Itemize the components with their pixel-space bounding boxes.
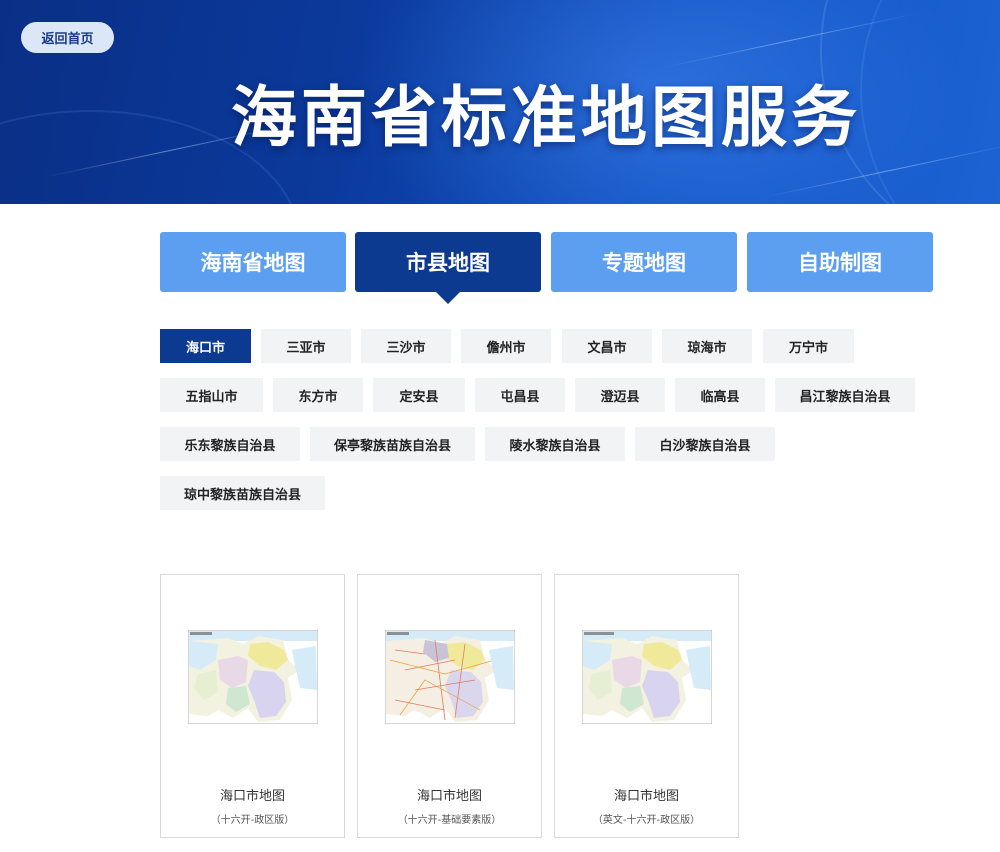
region-chip[interactable]: 陵水黎族自治县 — [485, 427, 625, 461]
map-thumbnail — [385, 630, 515, 724]
region-chip[interactable]: 儋州市 — [461, 329, 551, 363]
region-chip[interactable]: 东方市 — [273, 378, 363, 412]
region-chip[interactable]: 屯昌县 — [475, 378, 565, 412]
region-chip[interactable]: 文昌市 — [562, 329, 652, 363]
map-category-tabs: 海南省地图 市县地图 专题地图 自助制图 — [160, 232, 933, 304]
region-chip[interactable]: 琼中黎族苗族自治县 — [160, 476, 325, 510]
region-chip[interactable]: 澄迈县 — [575, 378, 665, 412]
tab-hainan-province-map[interactable]: 海南省地图 — [160, 232, 346, 292]
page-title: 海南省标准地图服务 — [231, 79, 861, 156]
region-chip[interactable]: 万宁市 — [763, 329, 854, 363]
map-card[interactable]: 海口市地图 （十六开-政区版） — [160, 574, 345, 838]
map-card-title: 海口市地图 — [416, 789, 482, 804]
region-chip[interactable]: 保亭黎族苗族自治县 — [310, 427, 475, 461]
region-chip[interactable]: 五指山市 — [160, 378, 263, 412]
tab-thematic-map[interactable]: 专题地图 — [551, 232, 737, 292]
region-chip[interactable]: 乐东黎族自治县 — [160, 427, 300, 461]
region-chip[interactable]: 三亚市 — [261, 329, 351, 363]
back-home-button[interactable]: 返回首页 — [21, 22, 114, 53]
map-card-title: 海口市地图 — [219, 789, 285, 804]
map-card-edition: （十六开-政区版） — [210, 815, 295, 826]
region-chip[interactable]: 琼海市 — [662, 329, 752, 363]
map-thumbnail — [188, 630, 318, 724]
region-chip[interactable]: 海口市 — [160, 329, 251, 363]
region-chip[interactable]: 临高县 — [675, 378, 765, 412]
map-card-title: 海口市地图 — [613, 789, 679, 804]
map-thumbnail — [582, 630, 712, 724]
map-card[interactable]: 海口市地图 （十六开-基础要素版） — [357, 574, 542, 838]
map-card-edition: （英文-十六开-政区版） — [592, 815, 701, 826]
tab-city-county-map[interactable]: 市县地图 — [355, 232, 541, 304]
header-banner: 返回首页 海南省标准地图服务 — [0, 0, 1000, 204]
map-card-edition: （十六开-基础要素版） — [397, 815, 502, 826]
region-chip[interactable]: 三沙市 — [361, 329, 451, 363]
map-card[interactable]: 海口市地图 （英文-十六开-政区版） — [554, 574, 739, 838]
region-chip[interactable]: 白沙黎族自治县 — [635, 427, 775, 461]
region-chip[interactable]: 定安县 — [373, 378, 465, 412]
region-chip[interactable]: 昌江黎族自治县 — [775, 378, 915, 412]
tab-self-service-mapping[interactable]: 自助制图 — [747, 232, 933, 292]
